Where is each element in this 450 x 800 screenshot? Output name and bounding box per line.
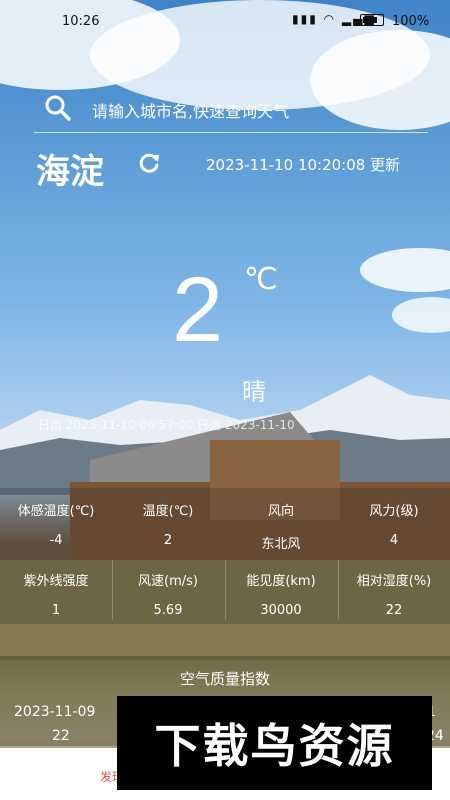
- temperature-unit: ℃: [244, 262, 278, 297]
- aqi-title: 空气质量指数: [179, 670, 270, 688]
- grid-divider: [225, 560, 226, 620]
- detail-label: 能见度(km): [246, 574, 316, 589]
- battery-icon: [360, 14, 384, 26]
- search-input[interactable]: 请输入城市名,快速查询天气: [92, 98, 289, 122]
- battery-percent: 100%: [392, 14, 430, 29]
- detail-label: 风力(级): [369, 504, 419, 519]
- sun-times-text: 日出 2023-11-10 06:57:00 日落 2023-11-10: [38, 418, 295, 432]
- detail-label: 风向: [267, 504, 294, 519]
- detail-value: 东北风: [261, 537, 301, 552]
- detail-wind-force: 风力(级) 4: [338, 500, 450, 548]
- weather-details: 体感温度(℃) -4 温度(℃) 2 风向 东北风 风力(级) 4 紫外线强度 …: [0, 488, 450, 624]
- search-icon[interactable]: [44, 94, 72, 122]
- detail-label: 紫外线强度: [23, 574, 89, 589]
- weather-screen: 10:26 ▮▮▮ ◠ ▂▄▆ 100% 请输入城市名,快速查询天气 海淀 20…: [0, 0, 450, 800]
- detail-value: 2: [163, 533, 173, 548]
- detail-value: -4: [49, 533, 63, 548]
- detail-value: 5.69: [153, 603, 183, 618]
- detail-wind-speed: 风速(m/s) 5.69: [112, 570, 224, 618]
- status-bar: 10:26 ▮▮▮ ◠ ▂▄▆ 100%: [0, 0, 450, 40]
- watermark-logo: 下载鸟资源: [117, 696, 432, 790]
- update-time: 2023-11-10 10:20:08 更新: [206, 156, 401, 174]
- current-temperature: 2: [172, 259, 224, 361]
- detail-value: 22: [385, 603, 403, 618]
- detail-value: 1: [51, 603, 61, 618]
- detail-label: 体感温度(℃): [17, 504, 95, 519]
- city-name: 海淀: [36, 152, 104, 192]
- aqi-date: 2023-11-09: [14, 704, 96, 720]
- detail-temperature: 温度(℃) 2: [112, 500, 224, 548]
- detail-wind-direction: 风向 东北风: [225, 500, 337, 552]
- status-time: 10:26: [62, 14, 100, 29]
- detail-humidity: 相对湿度(%) 22: [338, 570, 450, 618]
- aqi-value: 22: [52, 728, 70, 744]
- detail-uv-index: 紫外线强度 1: [0, 570, 112, 618]
- refresh-icon[interactable]: [136, 150, 162, 176]
- detail-feels-like: 体感温度(℃) -4: [0, 500, 112, 548]
- detail-label: 相对湿度(%): [356, 574, 432, 589]
- grid-divider: [112, 560, 113, 620]
- search-divider: [34, 132, 428, 133]
- detail-visibility: 能见度(km) 30000: [225, 570, 337, 618]
- grid-divider: [338, 560, 339, 620]
- sunrise-sunset: 日出 2023-11-10 06:57:00 日落 2023-11-10: [0, 416, 450, 434]
- detail-label: 温度(℃): [142, 504, 194, 519]
- weather-condition: 晴: [242, 378, 266, 406]
- detail-value: 30000: [260, 603, 302, 618]
- detail-value: 4: [389, 533, 399, 548]
- search-bar[interactable]: 请输入城市名,快速查询天气: [44, 92, 424, 124]
- detail-label: 风速(m/s): [138, 574, 198, 589]
